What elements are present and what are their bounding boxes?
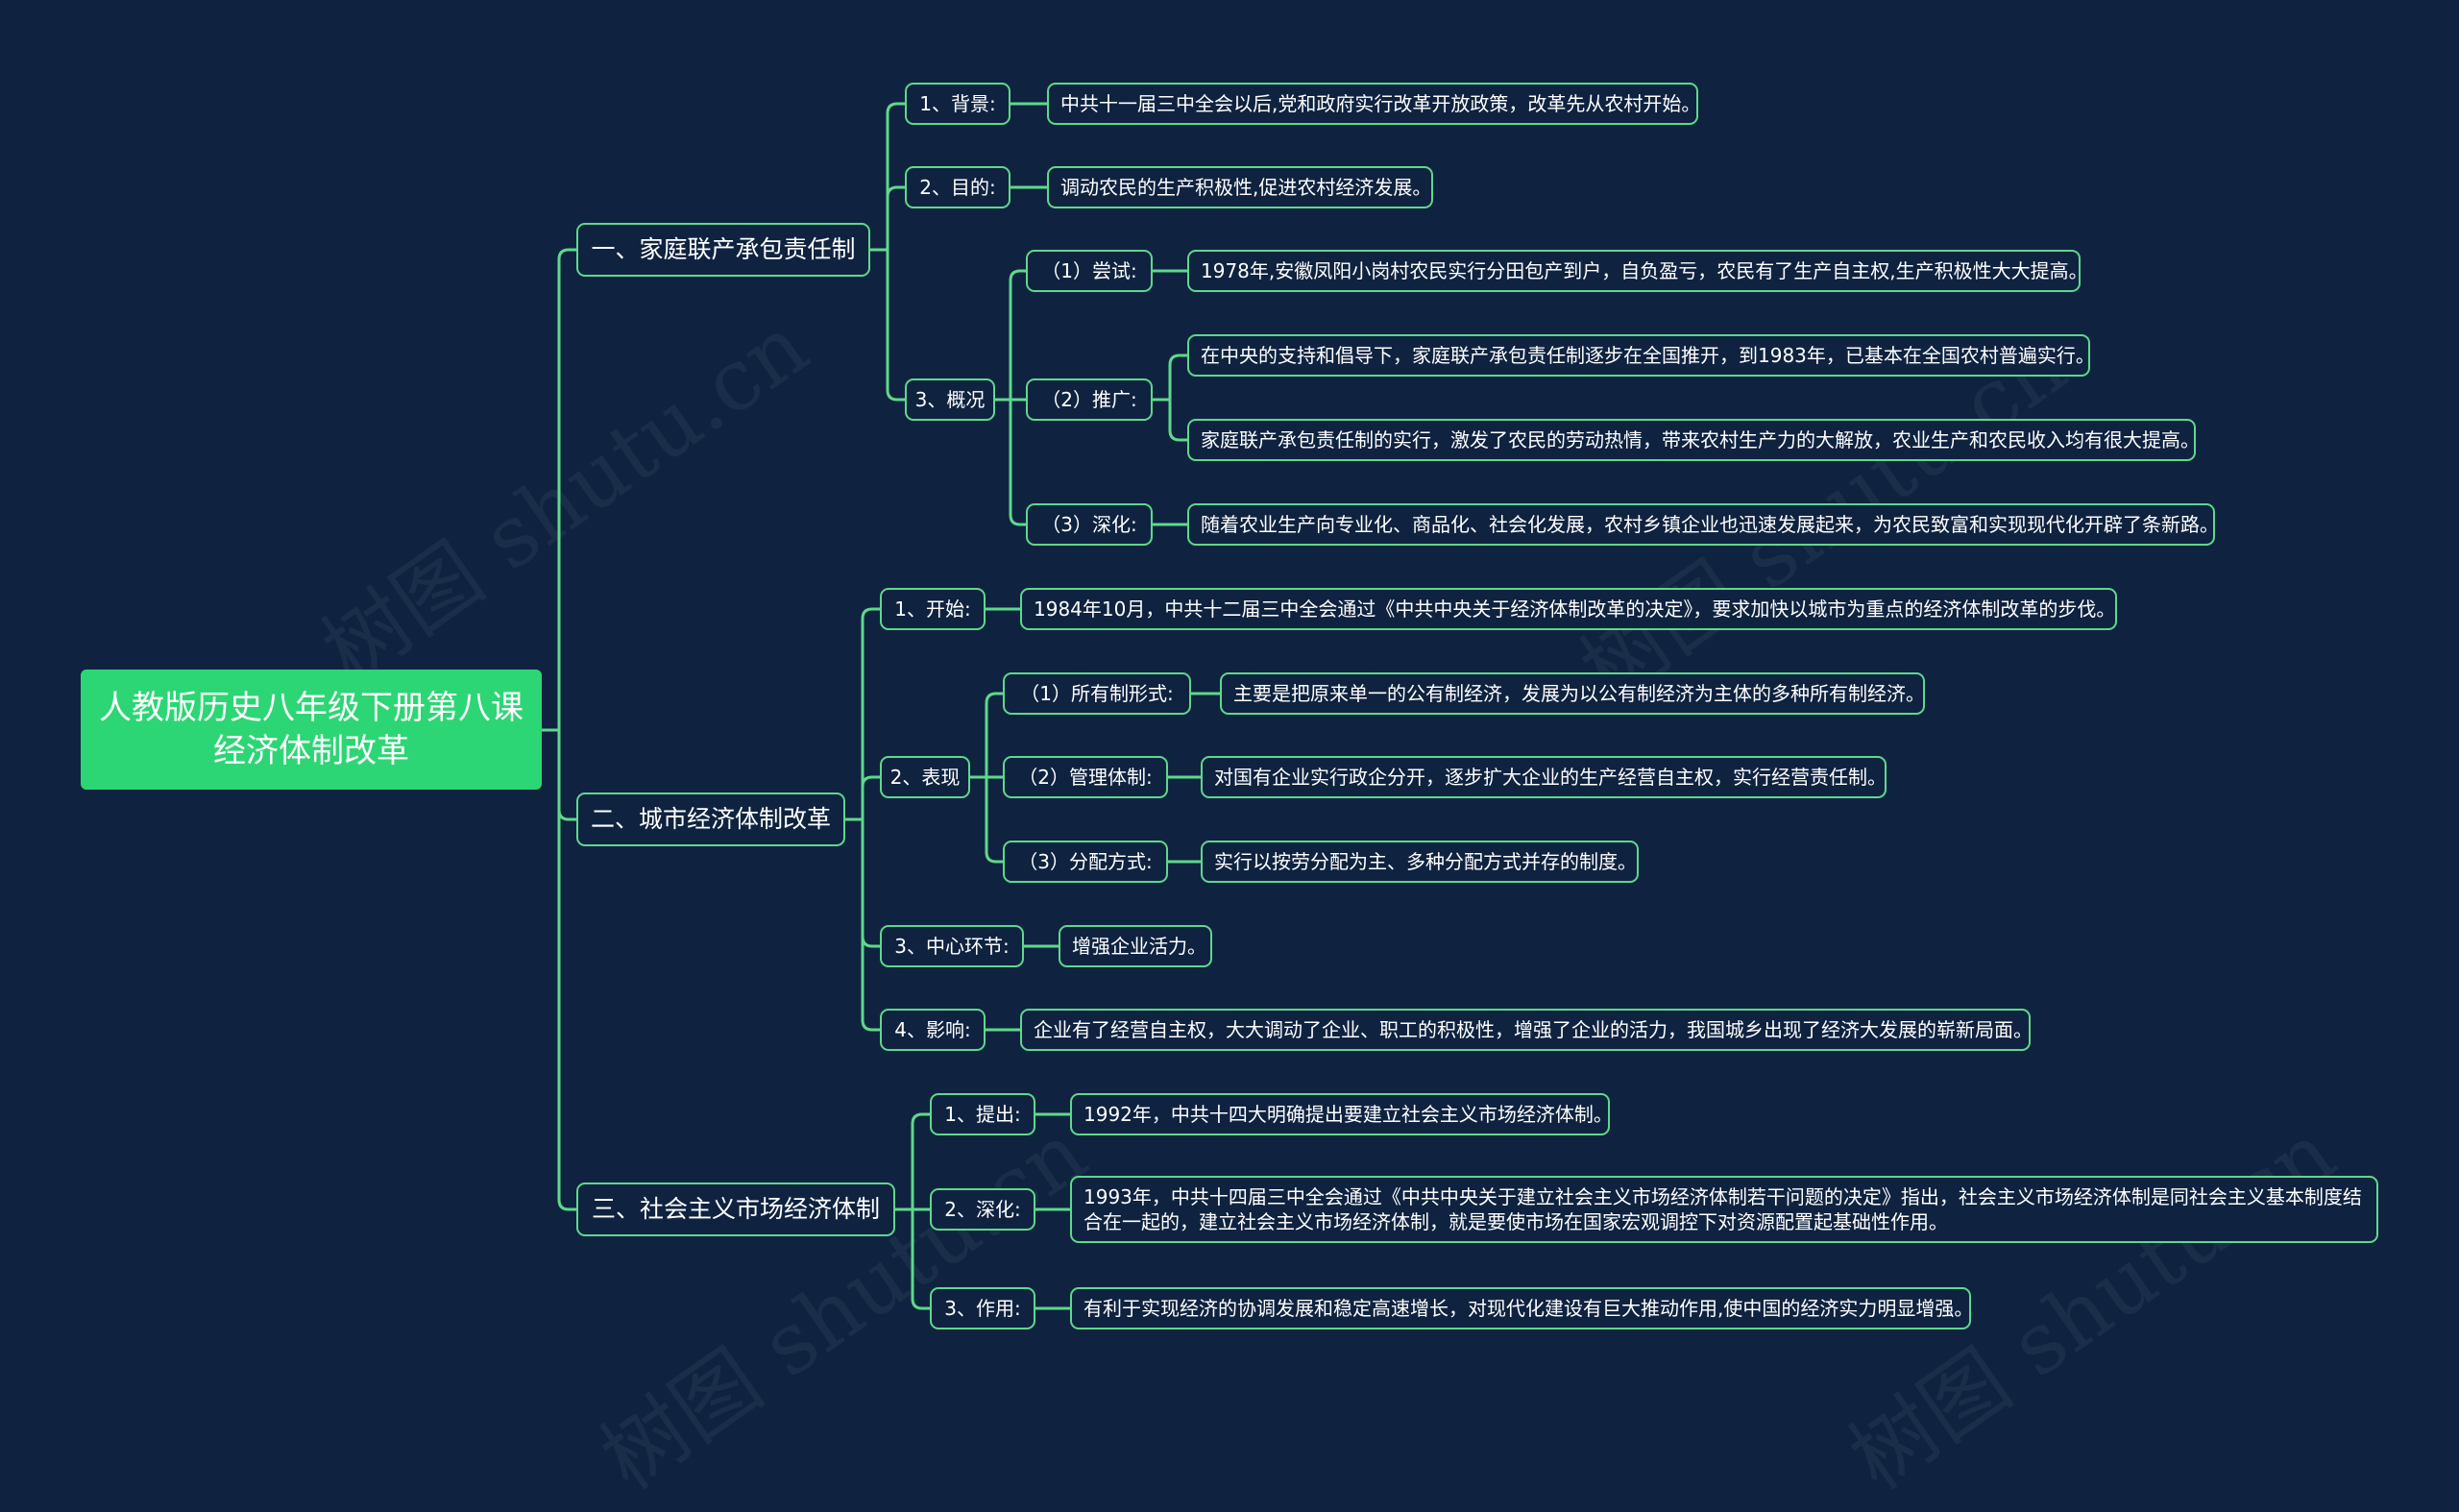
detail-text[interactable]: 家庭联产承包责任制的实行，激发了农民的劳动热情，带来农村生产力的大解放，农业生产… bbox=[1187, 419, 2200, 461]
connector-line bbox=[557, 730, 576, 1211]
subtopic-distribution[interactable]: （3）分配方式: bbox=[1003, 841, 1168, 883]
subtopic-deepening[interactable]: （3）深化: bbox=[1026, 503, 1153, 546]
connector-line bbox=[557, 248, 576, 730]
connector-line bbox=[1009, 269, 1026, 400]
detail-text[interactable]: 中共十一届三中全会以后,党和政府实行改革开放政策，改革先从农村开始。 bbox=[1047, 83, 1700, 125]
connector-line bbox=[985, 777, 1003, 864]
topic-impact[interactable]: 4、影响: bbox=[880, 1009, 986, 1051]
connector-line bbox=[985, 692, 1003, 777]
connector-line bbox=[1168, 400, 1187, 442]
detail-text[interactable]: 调动农民的生产积极性,促进农村经济发展。 bbox=[1047, 166, 1433, 208]
topic-proposal[interactable]: 1、提出: bbox=[930, 1093, 1035, 1135]
root-title-line-1: 人教版历史八年级下册第八课 bbox=[99, 689, 523, 728]
connector-line bbox=[861, 775, 880, 819]
connector-line bbox=[1009, 400, 1026, 526]
subtopic-promotion[interactable]: （2）推广: bbox=[1026, 378, 1153, 421]
connector-line bbox=[911, 1209, 930, 1310]
connector-line bbox=[557, 730, 576, 821]
connector-line bbox=[886, 250, 905, 402]
detail-text[interactable]: 实行以按劳分配为主、多种分配方式并存的制度。 bbox=[1201, 841, 1639, 883]
detail-text[interactable]: 增强企业活力。 bbox=[1059, 925, 1212, 967]
topic-start[interactable]: 1、开始: bbox=[880, 588, 986, 630]
detail-text[interactable]: 1993年，中共十四届三中全会通过《中共中央关于建立社会主义市场经济体制若干问题… bbox=[1070, 1176, 2378, 1243]
branch-market-economy[interactable]: 三、社会主义市场经济体制 bbox=[576, 1183, 895, 1236]
detail-text[interactable]: 1992年，中共十四大明确提出要建立社会主义市场经济体制。 bbox=[1070, 1093, 1613, 1135]
detail-text[interactable]: 随着农业生产向专业化、商品化、社会化发展，农村乡镇企业也迅速发展起来，为农民致富… bbox=[1187, 503, 2219, 546]
topic-background[interactable]: 1、背景: bbox=[905, 83, 1010, 125]
detail-text[interactable]: 1978年,安徽凤阳小岗村农民实行分田包产到户，自负盈亏，农民有了生产自主权,生… bbox=[1187, 250, 2088, 292]
detail-text[interactable]: 在中央的支持和倡导下，家庭联产承包责任制逐步在全国推开，到1983年，已基本在全… bbox=[1187, 334, 2095, 377]
connector-line bbox=[911, 1112, 930, 1209]
connector-line bbox=[886, 102, 905, 250]
subtopic-ownership[interactable]: （1）所有制形式: bbox=[1003, 672, 1191, 715]
topic-deepening[interactable]: 2、深化: bbox=[930, 1188, 1035, 1231]
subtopic-trial[interactable]: （1）尝试: bbox=[1026, 250, 1153, 292]
connector-line bbox=[886, 185, 905, 250]
topic-overview[interactable]: 3、概况 bbox=[905, 378, 995, 421]
detail-text[interactable]: 主要是把原来单一的公有制经济，发展为以公有制经济为主体的多种所有制经济。 bbox=[1220, 672, 1925, 715]
mind-map: 树图 shutu.cn 树图 shutu.cn 树图 shutu.cn 树图 s… bbox=[0, 0, 2459, 1508]
topic-effect[interactable]: 3、作用: bbox=[930, 1287, 1035, 1329]
detail-text[interactable]: 对国有企业实行政企分开，逐步扩大企业的生产经营自主权，实行经营责任制。 bbox=[1201, 756, 1887, 798]
detail-text[interactable]: 有利于实现经济的协调发展和稳定高速增长，对现代化建设有巨大推动作用,使中国的经济… bbox=[1070, 1287, 1973, 1329]
branch-household-contract[interactable]: 一、家庭联产承包责任制 bbox=[576, 223, 870, 277]
detail-text[interactable]: 企业有了经营自主权，大大调动了企业、职工的积极性，增强了企业的活力，我国城乡出现… bbox=[1020, 1009, 2033, 1051]
detail-text[interactable]: 1984年10月，中共十二届三中全会通过《中共中央关于经济体制改革的决定》，要求… bbox=[1020, 588, 2117, 630]
connector-line bbox=[861, 819, 880, 948]
connector-line bbox=[861, 819, 880, 1032]
connector-line bbox=[861, 607, 880, 819]
topic-manifestation[interactable]: 2、表现 bbox=[880, 756, 970, 798]
connector-line bbox=[1168, 354, 1187, 400]
root-topic[interactable]: 人教版历史八年级下册第八课 经济体制改革 bbox=[81, 670, 542, 790]
topic-central-link[interactable]: 3、中心环节: bbox=[880, 925, 1024, 967]
branch-urban-reform[interactable]: 二、城市经济体制改革 bbox=[576, 793, 845, 846]
topic-purpose[interactable]: 2、目的: bbox=[905, 166, 1010, 208]
root-title-line-2: 经济体制改革 bbox=[213, 731, 409, 770]
subtopic-management[interactable]: （2）管理体制: bbox=[1003, 756, 1168, 798]
